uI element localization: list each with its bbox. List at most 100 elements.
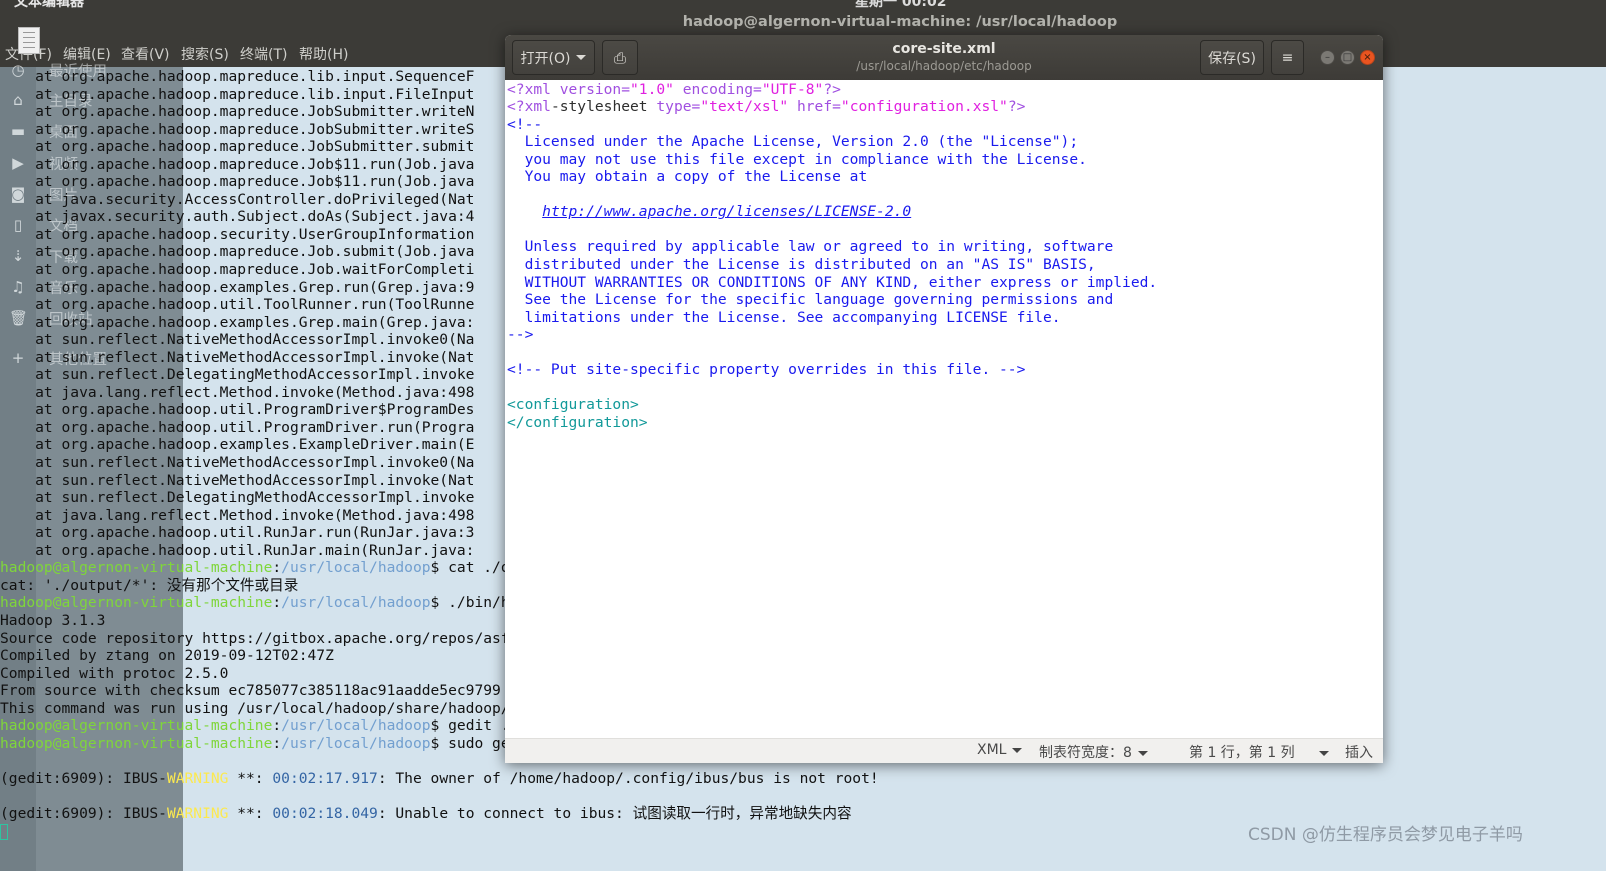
text-segment: at org.apache.hadoop.mapreduce.lib.input… — [0, 85, 475, 103]
menu-terminal[interactable]: 终端(T) — [240, 44, 287, 64]
text-segment: **: — [228, 769, 273, 787]
gedit-window: 打开(O) ⎙ core-site.xml /usr/local/hadoop/… — [505, 35, 1383, 763]
editor-text-area[interactable]: <?xml version="1.0" encoding="UTF-8"?> <?… — [507, 81, 1157, 432]
text-segment: Unless required by applicable law or agr… — [507, 238, 1114, 256]
text-segment: at org.apache.hadoop.mapreduce.Job$11.ru… — [0, 173, 475, 191]
tab-width-selector[interactable]: 制表符宽度：8 — [1039, 742, 1148, 762]
text-segment: at javax.security.auth.Subject.doAs(Subj… — [0, 208, 475, 226]
text-segment: Hadoop 3.1.3 — [0, 611, 106, 629]
text-segment: at org.apache.hadoop.mapreduce.Job$11.ru… — [0, 155, 475, 173]
text-segment: : — [272, 717, 282, 735]
gedit-statusbar: XML 制表符宽度：8 第 1 行，第 1 列 插入 — [505, 738, 1383, 763]
maximize-button[interactable]: □ — [1340, 50, 1355, 65]
text-segment: at org.apache.hadoop.mapreduce.Job.waitF… — [0, 261, 475, 279]
text-segment: : The owner of /home/hadoop/.config/ibus… — [377, 769, 879, 787]
text-segment: WITHOUT WARRANTIES OR CONDITIONS OF ANY … — [507, 273, 1158, 291]
text-segment: encoding= — [673, 80, 762, 98]
text-segment: : — [272, 594, 282, 612]
text-segment: /usr/local/hadoop — [281, 717, 431, 735]
text-segment: href= — [788, 98, 841, 116]
text-segment: you may not use this file except in comp… — [507, 150, 1087, 168]
save-button-label: 保存(S) — [1208, 50, 1256, 67]
text-segment: $ cat ./o — [430, 559, 510, 577]
text-segment: WARNING — [166, 804, 229, 822]
text-line: <!-- — [507, 116, 1157, 134]
text-line — [507, 379, 1157, 397]
terminal-window-title: hadoop@algernon-virtual-machine: /usr/lo… — [682, 14, 1118, 30]
insert-mode-indicator[interactable]: 插入 — [1345, 742, 1373, 762]
text-segment: at org.apache.hadoop.mapreduce.lib.input… — [0, 68, 475, 85]
text-segment: From source with checksum ec785077c38511… — [0, 682, 501, 700]
text-segment: at java.lang.reflect.Method.invoke(Metho… — [0, 506, 475, 524]
language-selector[interactable]: XML — [977, 742, 1023, 758]
text-segment: at sun.reflect.DelegatingMethodAccessorI… — [0, 366, 475, 384]
text-line: WITHOUT WARRANTIES OR CONDITIONS OF ANY … — [507, 273, 1158, 292]
text-segment: : — [272, 734, 282, 752]
text-segment: hadoop@algernon-virtual-machine — [0, 717, 273, 735]
text-segment: at org.apache.hadoop.util.RunJar.run(Run… — [0, 524, 475, 542]
text-line: See the License for the specific languag… — [507, 291, 1157, 309]
text-segment: at org.apache.hadoop.examples.ExampleDri… — [0, 436, 475, 454]
text-segment: <!-- Put site-specific property override… — [507, 361, 1026, 379]
text-segment: You may obtain a copy of the License at — [507, 168, 868, 186]
chevron-down-icon — [1318, 750, 1329, 756]
text-segment: 00:02:17.917 — [272, 769, 378, 787]
tab-width-label: 制表符宽度：8 — [1039, 745, 1132, 761]
cursor-position-label: 第 1 行，第 1 列 — [1189, 745, 1295, 761]
menu-button[interactable]: ≡ — [1271, 40, 1304, 75]
text-line — [507, 221, 1157, 239]
text-segment: ?> — [823, 80, 841, 98]
minimize-button[interactable]: – — [1320, 50, 1335, 65]
text-segment: at org.apache.hadoop.util.RunJar.main(Ru… — [0, 541, 475, 559]
text-segment: -stylesheet — [550, 98, 657, 116]
text-segment: at org.apache.hadoop.mapreduce.JobSubmit… — [0, 138, 475, 156]
text-line: You may obtain a copy of the License at — [507, 168, 1157, 186]
text-segment: Source code repository https://gitbox.ap… — [0, 629, 510, 647]
save-button[interactable]: 保存(S) — [1200, 40, 1264, 75]
text-line: distributed under the License is distrib… — [507, 256, 1157, 274]
text-segment: at org.apache.hadoop.mapreduce.Job.submi… — [0, 243, 475, 261]
text-segment: "1.0" — [630, 80, 674, 98]
text-line — [507, 186, 1157, 204]
maximize-icon: □ — [1342, 52, 1353, 63]
text-segment: at java.lang.reflect.Method.invoke(Metho… — [0, 383, 475, 401]
text-segment: --> — [507, 326, 534, 344]
text-segment: /usr/local/hadoop — [281, 734, 431, 752]
text-line: <configuration> — [507, 396, 1157, 414]
gedit-headerbar: 打开(O) ⎙ core-site.xml /usr/local/hadoop/… — [505, 35, 1383, 80]
text-segment: "text/xsl" — [700, 98, 789, 116]
text-segment: limitations under the License. See accom… — [507, 308, 1061, 326]
text-segment: Compiled with protoc 2.5.0 — [0, 664, 229, 682]
license-link[interactable]: http://www.apache.org/licenses/LICENSE-2… — [542, 203, 911, 220]
text-segment: at org.apache.hadoop.mapreduce.JobSubmit… — [0, 103, 475, 121]
text-segment: at org.apache.hadoop.examples.Grep.run(G… — [0, 278, 475, 296]
text-segment: **: — [228, 804, 273, 822]
text-line: <?xml-stylesheet type="text/xsl" href="c… — [507, 98, 1157, 116]
text-segment: at sun.reflect.NativeMethodAccessorImpl.… — [0, 331, 475, 349]
text-segment: : — [272, 559, 282, 577]
chevron-down-icon — [1012, 747, 1023, 753]
close-button[interactable]: × — [1360, 50, 1375, 65]
text-segment: Compiled by ztang on 2019-09-12T02:47Z — [0, 647, 334, 665]
text-segment: at org.apache.hadoop.examples.Grep.main(… — [0, 313, 475, 331]
menu-search[interactable]: 搜索(S) — [181, 44, 229, 64]
chevron-down-icon — [1137, 750, 1148, 756]
text-segment: hadoop@algernon-virtual-machine — [0, 559, 273, 577]
text-segment: : Unable to connect to ibus: 试图读取一行时，异常地… — [377, 804, 852, 822]
text-line — [0, 787, 1606, 805]
text-segment: at sun.reflect.NativeMethodAccessorImpl.… — [0, 454, 475, 472]
active-app-name[interactable]: 文本编辑器 — [14, 0, 84, 11]
text-segment: This command was run using /usr/local/ha… — [0, 699, 510, 717]
text-segment — [507, 203, 542, 220]
text-file-icon — [18, 27, 40, 54]
text-line: <?xml version="1.0" encoding="UTF-8"?> — [507, 81, 1157, 99]
text-segment: hadoop@algernon-virtual-machine — [0, 734, 273, 752]
menu-help[interactable]: 帮助(H) — [299, 44, 348, 64]
text-segment: /usr/local/hadoop — [281, 594, 431, 612]
clock[interactable]: 星期一 00:02 — [855, 0, 946, 11]
cursor-position-selector[interactable]: 第 1 行，第 1 列 — [1189, 742, 1329, 762]
text-segment: $ sudo ge — [430, 734, 510, 752]
text-segment: at sun.reflect.NativeMethodAccessorImpl.… — [0, 348, 475, 366]
minimize-icon: – — [1325, 52, 1330, 63]
text-segment: at org.apache.hadoop.util.ProgramDriver.… — [0, 418, 475, 436]
